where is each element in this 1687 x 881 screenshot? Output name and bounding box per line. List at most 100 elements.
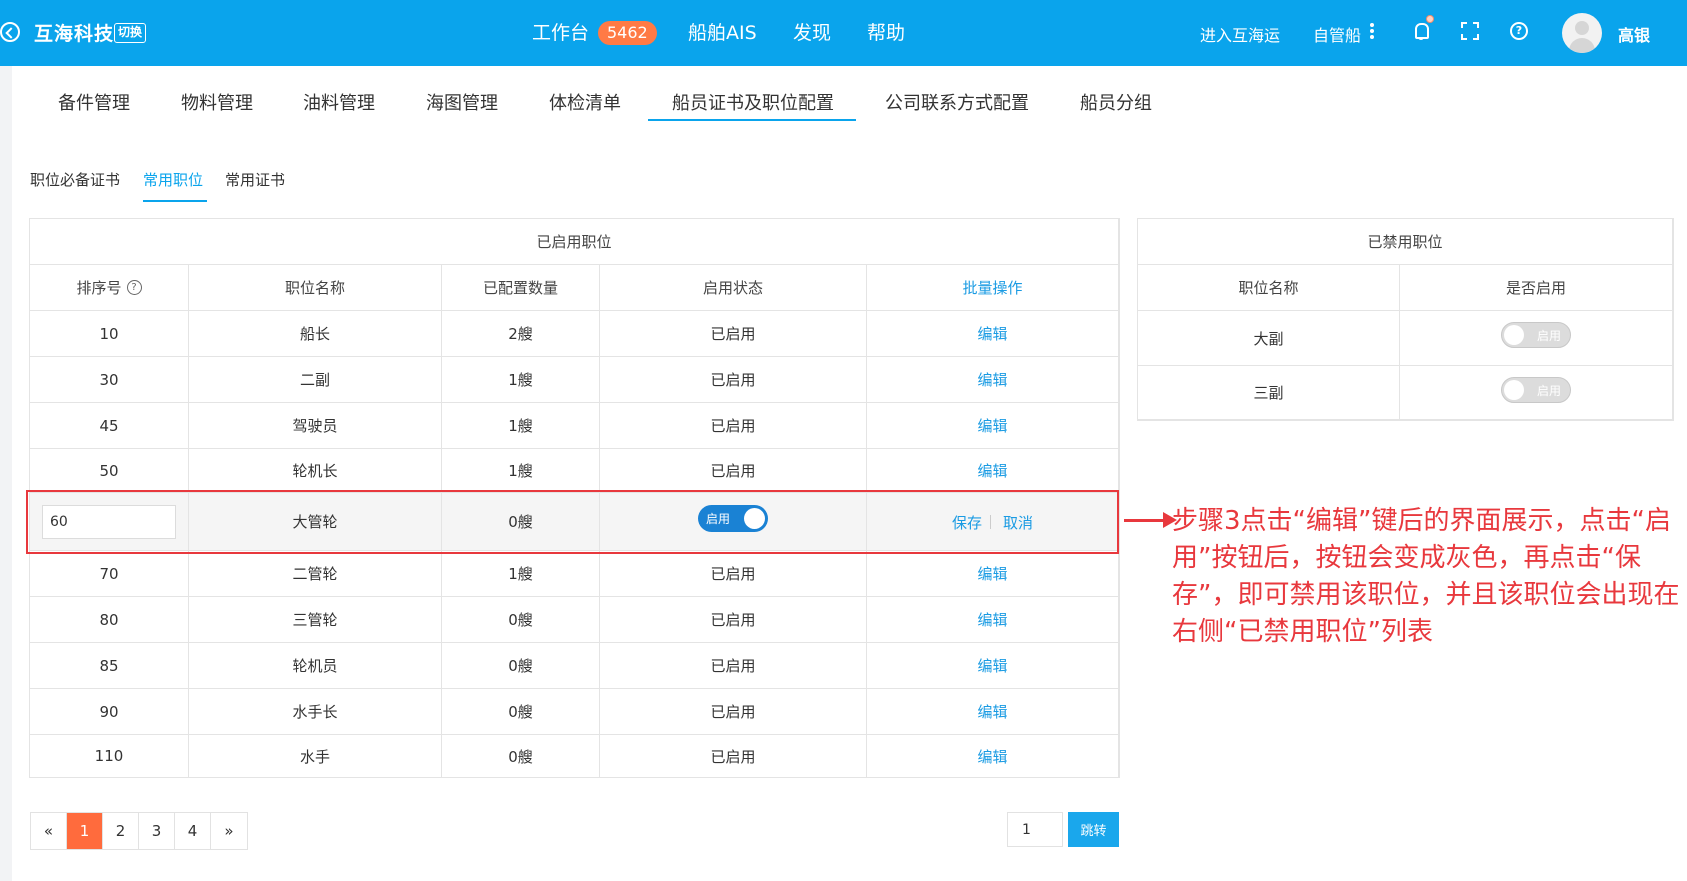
edit-link[interactable]: 编辑 bbox=[867, 643, 1119, 689]
next-page-button[interactable]: » bbox=[211, 813, 247, 849]
table-cell-name: 二副 bbox=[189, 357, 442, 403]
table-cell-status: 已启用 bbox=[600, 357, 867, 403]
table-cell-name: 驾驶员 bbox=[189, 403, 442, 449]
table-cell-seq: 80 bbox=[30, 597, 189, 643]
table-cell-count: 1艘 bbox=[442, 403, 600, 449]
jump-page-input[interactable] bbox=[1007, 812, 1063, 847]
batch-operation-link[interactable]: 批量操作 bbox=[867, 265, 1119, 311]
nav-discover[interactable]: 发现 bbox=[793, 18, 831, 45]
edit-link[interactable]: 编辑 bbox=[867, 403, 1119, 449]
table-cell-status: 已启用 bbox=[600, 689, 867, 735]
col-seq-header: 排序号? bbox=[30, 265, 189, 311]
table-cell-name: 水手长 bbox=[189, 689, 442, 735]
enable-toggle-off[interactable]: 启用 bbox=[1501, 322, 1571, 348]
top-header: 互海科技 切换 工作台 5462 船舶AIS 发现 帮助 进入互海运 自管船 ?… bbox=[0, 0, 1687, 66]
switch-company-button[interactable]: 切换 bbox=[114, 23, 147, 43]
fullscreen-icon[interactable] bbox=[1461, 22, 1479, 40]
disabled-table-title: 已禁用职位 bbox=[1138, 219, 1673, 265]
edit-link[interactable]: 编辑 bbox=[867, 357, 1119, 403]
table-cell-seq: 90 bbox=[30, 689, 189, 735]
edit-link[interactable]: 编辑 bbox=[867, 449, 1119, 493]
table-cell-seq: 45 bbox=[30, 403, 189, 449]
username[interactable]: 高银 bbox=[1618, 22, 1650, 46]
table-cell-count: 0艘 bbox=[442, 735, 600, 778]
table-cell-name: 二管轮 bbox=[189, 551, 442, 597]
page-button-2[interactable]: 2 bbox=[103, 813, 139, 849]
tab-crew-cert-position[interactable]: 船员证书及职位配置 bbox=[672, 89, 834, 115]
config-tabs bbox=[12, 66, 1687, 138]
table-cell-seq: 110 bbox=[30, 735, 189, 778]
table-cell-count: 1艘 bbox=[442, 449, 600, 493]
toggle-knob bbox=[1504, 380, 1524, 400]
table-cell-count: 2艘 bbox=[442, 311, 600, 357]
tab-common-certs[interactable]: 常用证书 bbox=[225, 169, 285, 190]
tab-crew-groups[interactable]: 船员分组 bbox=[1080, 89, 1152, 115]
tab-checkup-list[interactable]: 体检清单 bbox=[549, 89, 621, 115]
tab-position-required-certs[interactable]: 职位必备证书 bbox=[30, 169, 120, 190]
active-tab-underline bbox=[648, 119, 856, 121]
col-name-header: 职位名称 bbox=[189, 265, 442, 311]
col-status-header: 启用状态 bbox=[600, 265, 867, 311]
table-cell-name: 水手 bbox=[189, 735, 442, 778]
edit-link[interactable]: 编辑 bbox=[867, 689, 1119, 735]
question-circle-icon[interactable]: ? bbox=[126, 280, 142, 295]
table-cell-status: 已启用 bbox=[600, 551, 867, 597]
table-cell-status: 已启用 bbox=[600, 403, 867, 449]
left-gutter bbox=[0, 66, 12, 881]
tab-spare-parts[interactable]: 备件管理 bbox=[58, 89, 130, 115]
table-cell-status: 已启用 bbox=[600, 449, 867, 493]
prev-page-button[interactable]: « bbox=[31, 813, 67, 849]
table-cell-name: 船长 bbox=[189, 311, 442, 357]
toggle-label: 启用 bbox=[1536, 329, 1561, 343]
help-icon[interactable]: ? bbox=[1510, 22, 1528, 40]
tab-company-contacts[interactable]: 公司联系方式配置 bbox=[885, 89, 1029, 115]
edit-link[interactable]: 编辑 bbox=[867, 735, 1119, 778]
toggle-label: 启用 bbox=[1536, 384, 1561, 398]
notification-dot bbox=[1426, 15, 1434, 23]
jump-button[interactable]: 跳转 bbox=[1068, 812, 1119, 847]
edit-link[interactable]: 编辑 bbox=[867, 311, 1119, 357]
col-name-header: 职位名称 bbox=[1138, 265, 1400, 311]
enable-toggle-off[interactable]: 启用 bbox=[1501, 377, 1571, 403]
table-cell-status: 已启用 bbox=[600, 597, 867, 643]
table-cell-status: 已启用 bbox=[600, 735, 867, 778]
tab-fuel[interactable]: 油料管理 bbox=[303, 89, 375, 115]
avatar[interactable] bbox=[1562, 13, 1602, 53]
edit-link[interactable]: 编辑 bbox=[867, 551, 1119, 597]
enter-huhaiyun-link[interactable]: 进入互海运 bbox=[1200, 22, 1280, 46]
table-cell-status: 已启用 bbox=[600, 311, 867, 357]
table-cell-count: 1艘 bbox=[442, 357, 600, 403]
edit-link[interactable]: 编辑 bbox=[867, 597, 1119, 643]
table-cell-seq: 10 bbox=[30, 311, 189, 357]
table-cell-seq: 50 bbox=[30, 449, 189, 493]
nav-ship-ais[interactable]: 船舶AIS bbox=[688, 18, 757, 45]
notification-bell-icon[interactable] bbox=[1413, 22, 1429, 40]
tab-common-positions[interactable]: 常用职位 bbox=[143, 169, 203, 190]
page-button-4[interactable]: 4 bbox=[175, 813, 211, 849]
more-vertical-icon[interactable] bbox=[1370, 23, 1374, 39]
col-count-header: 已配置数量 bbox=[442, 265, 600, 311]
nav-help[interactable]: 帮助 bbox=[867, 18, 905, 45]
table-cell-seq: 70 bbox=[30, 551, 189, 597]
table-cell-name: 轮机长 bbox=[189, 449, 442, 493]
table-cell-count: 0艘 bbox=[442, 689, 600, 735]
workbench-count-badge: 5462 bbox=[598, 21, 657, 45]
page-button-3[interactable]: 3 bbox=[139, 813, 175, 849]
tab-materials[interactable]: 物料管理 bbox=[181, 89, 253, 115]
table-cell-seq: 30 bbox=[30, 357, 189, 403]
tab-charts[interactable]: 海图管理 bbox=[426, 89, 498, 115]
page-button-1[interactable]: 1 bbox=[67, 813, 103, 849]
edit-row-highlight-box bbox=[26, 490, 1119, 554]
col-enable-header: 是否启用 bbox=[1400, 265, 1673, 311]
enabled-table-title: 已启用职位 bbox=[30, 219, 1119, 265]
table-cell-name: 轮机员 bbox=[189, 643, 442, 689]
annotation-text: 步骤3点击“编辑”键后的界面展示，点击“启用”按钮后，按钮会变成灰色，再点击“保… bbox=[1172, 506, 1680, 647]
toggle-knob bbox=[1504, 325, 1524, 345]
nav-workbench[interactable]: 工作台 bbox=[532, 18, 589, 45]
own-ship-dropdown[interactable]: 自管船 bbox=[1313, 22, 1361, 46]
table-cell-name: 三管轮 bbox=[189, 597, 442, 643]
col-seq-label: 排序号 bbox=[76, 279, 122, 297]
back-icon[interactable] bbox=[0, 22, 20, 42]
brand-logo[interactable]: 互海科技 bbox=[34, 19, 114, 46]
table-cell-status: 已启用 bbox=[600, 643, 867, 689]
